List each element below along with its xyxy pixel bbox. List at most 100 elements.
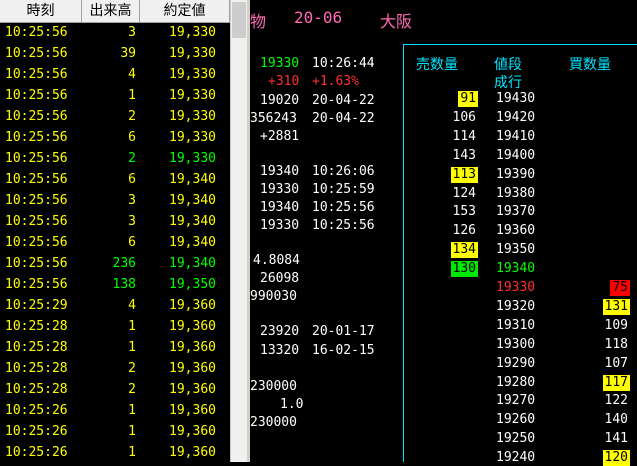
tick-time: 10:25:28 (5, 340, 68, 355)
price-cell[interactable]: 19400 (494, 148, 552, 164)
buy-qty-cell[interactable]: 140 (564, 412, 630, 428)
buy-qty-cell[interactable] (564, 167, 630, 183)
recent-time-2: 10:25:59 (312, 182, 375, 197)
price-cell-value: 19260 (496, 412, 536, 427)
sell-qty-cell[interactable]: 124 (414, 186, 478, 202)
buy-qty-cell[interactable] (564, 148, 630, 164)
buy-qty-cell[interactable]: 75 (564, 280, 630, 296)
tick-row[interactable]: 10:25:56 3 19,330 (0, 22, 230, 43)
buy-qty-cell[interactable] (564, 242, 630, 258)
tick-price: 19,340 (169, 256, 216, 271)
tick-row[interactable]: 10:25:56 6 19,330 (0, 127, 230, 148)
price-cell[interactable]: 19420 (494, 110, 552, 126)
buy-qty-cell[interactable]: 120 (564, 450, 630, 466)
price-cell[interactable]: 19240 (494, 450, 552, 466)
buy-qty-cell[interactable] (564, 186, 630, 202)
sell-qty-cell[interactable] (414, 280, 478, 296)
sell-qty-cell[interactable]: 113 (414, 167, 478, 183)
tick-row[interactable]: 10:25:56 4 19,330 (0, 64, 230, 85)
buy-qty-cell[interactable] (564, 110, 630, 126)
tick-row[interactable]: 10:25:56 39 19,330 (0, 43, 230, 64)
sell-qty-cell[interactable]: 134 (414, 242, 478, 258)
scrollbar-thumb[interactable] (232, 2, 246, 38)
tick-time: 10:25:56 (5, 235, 68, 250)
value-2: 356243 (250, 111, 297, 126)
price-cell[interactable]: 19390 (494, 167, 552, 183)
tick-time: 10:25:56 (5, 109, 68, 124)
price-cell[interactable]: 19310 (494, 318, 552, 334)
tick-row[interactable]: 10:25:28 2 19,360 (0, 379, 230, 400)
buy-qty-cell[interactable]: 131 (564, 299, 630, 315)
sell-qty-cell[interactable]: 91 (414, 91, 478, 107)
buy-qty-cell[interactable]: 118 (564, 337, 630, 353)
column-header-time[interactable]: 時刻 (0, 0, 82, 22)
buy-qty-cell[interactable] (564, 223, 630, 239)
tick-row[interactable]: 10:25:56 138 19,350 (0, 274, 230, 295)
sell-qty-cell[interactable] (414, 318, 478, 334)
tick-row[interactable]: 10:25:26 1 19,360 (0, 421, 230, 442)
column-header-volume[interactable]: 出来高 (82, 0, 140, 22)
tick-row[interactable]: 10:25:56 6 19,340 (0, 232, 230, 253)
sell-qty-cell[interactable] (414, 431, 478, 447)
price-cell[interactable]: 19250 (494, 431, 552, 447)
sell-qty-cell[interactable] (414, 412, 478, 428)
price-cell[interactable]: 19340 (494, 261, 552, 277)
price-cell[interactable]: 19300 (494, 337, 552, 353)
tick-row[interactable]: 10:25:28 1 19,360 (0, 316, 230, 337)
buy-qty-cell[interactable] (564, 204, 630, 220)
tick-time: 10:25:56 (5, 88, 68, 103)
price-cell[interactable]: 19270 (494, 393, 552, 409)
tick-volume: 39 (120, 46, 136, 61)
sell-qty-cell[interactable]: 130 (414, 261, 478, 277)
sell-qty-cell[interactable]: 106 (414, 110, 478, 126)
buy-qty-cell[interactable]: 122 (564, 393, 630, 409)
tick-row[interactable]: 10:25:26 1 19,360 (0, 442, 230, 462)
price-cell[interactable]: 19380 (494, 186, 552, 202)
tick-volume: 2 (128, 361, 136, 376)
column-header-price[interactable]: 約定値 (140, 0, 230, 22)
tick-price: 19,340 (169, 193, 216, 208)
sell-qty-cell[interactable] (414, 356, 478, 372)
buy-qty-cell[interactable]: 141 (564, 431, 630, 447)
tick-row[interactable]: 10:25:56 3 19,340 (0, 190, 230, 211)
price-cell[interactable]: 19410 (494, 129, 552, 145)
sell-qty-cell[interactable]: 153 (414, 204, 478, 220)
price-cell[interactable]: 19350 (494, 242, 552, 258)
tick-row[interactable]: 10:25:28 1 19,360 (0, 337, 230, 358)
price-cell[interactable]: 19320 (494, 299, 552, 315)
tick-time: 10:25:56 (5, 256, 68, 271)
sell-qty-cell[interactable] (414, 450, 478, 466)
price-cell[interactable]: 19370 (494, 204, 552, 220)
sell-qty-cell[interactable] (414, 375, 478, 391)
tick-row[interactable]: 10:25:56 236 19,340 (0, 253, 230, 274)
price-cell[interactable]: 19330 (494, 280, 552, 296)
tick-row[interactable]: 10:25:28 2 19,360 (0, 358, 230, 379)
tick-price: 19,330 (169, 151, 216, 166)
price-cell[interactable]: 19360 (494, 223, 552, 239)
price-cell[interactable]: 19430 (494, 91, 552, 107)
tick-row[interactable]: 10:25:29 4 19,360 (0, 295, 230, 316)
tick-row[interactable]: 10:25:26 1 19,360 (0, 400, 230, 421)
buy-qty-cell[interactable]: 109 (564, 318, 630, 334)
buy-qty-cell[interactable] (564, 261, 630, 277)
tick-scrollbar[interactable] (230, 0, 247, 462)
buy-qty-cell[interactable]: 107 (564, 356, 630, 372)
buy-qty-cell[interactable] (564, 91, 630, 107)
price-cell[interactable]: 19260 (494, 412, 552, 428)
buy-qty-cell[interactable] (564, 129, 630, 145)
tick-row[interactable]: 10:25:56 2 19,330 (0, 148, 230, 169)
buy-qty-cell[interactable]: 117 (564, 375, 630, 391)
sell-qty-cell[interactable]: 126 (414, 223, 478, 239)
tick-time: 10:25:56 (5, 130, 68, 145)
tick-row[interactable]: 10:25:56 3 19,340 (0, 211, 230, 232)
sell-qty-cell[interactable] (414, 393, 478, 409)
price-cell[interactable]: 19280 (494, 375, 552, 391)
sell-qty-cell[interactable]: 114 (414, 129, 478, 145)
sell-qty-cell[interactable] (414, 299, 478, 315)
price-cell[interactable]: 19290 (494, 356, 552, 372)
tick-row[interactable]: 10:25:56 2 19,330 (0, 106, 230, 127)
sell-qty-cell[interactable]: 143 (414, 148, 478, 164)
tick-row[interactable]: 10:25:56 1 19,330 (0, 85, 230, 106)
tick-row[interactable]: 10:25:56 6 19,340 (0, 169, 230, 190)
sell-qty-cell[interactable] (414, 337, 478, 353)
